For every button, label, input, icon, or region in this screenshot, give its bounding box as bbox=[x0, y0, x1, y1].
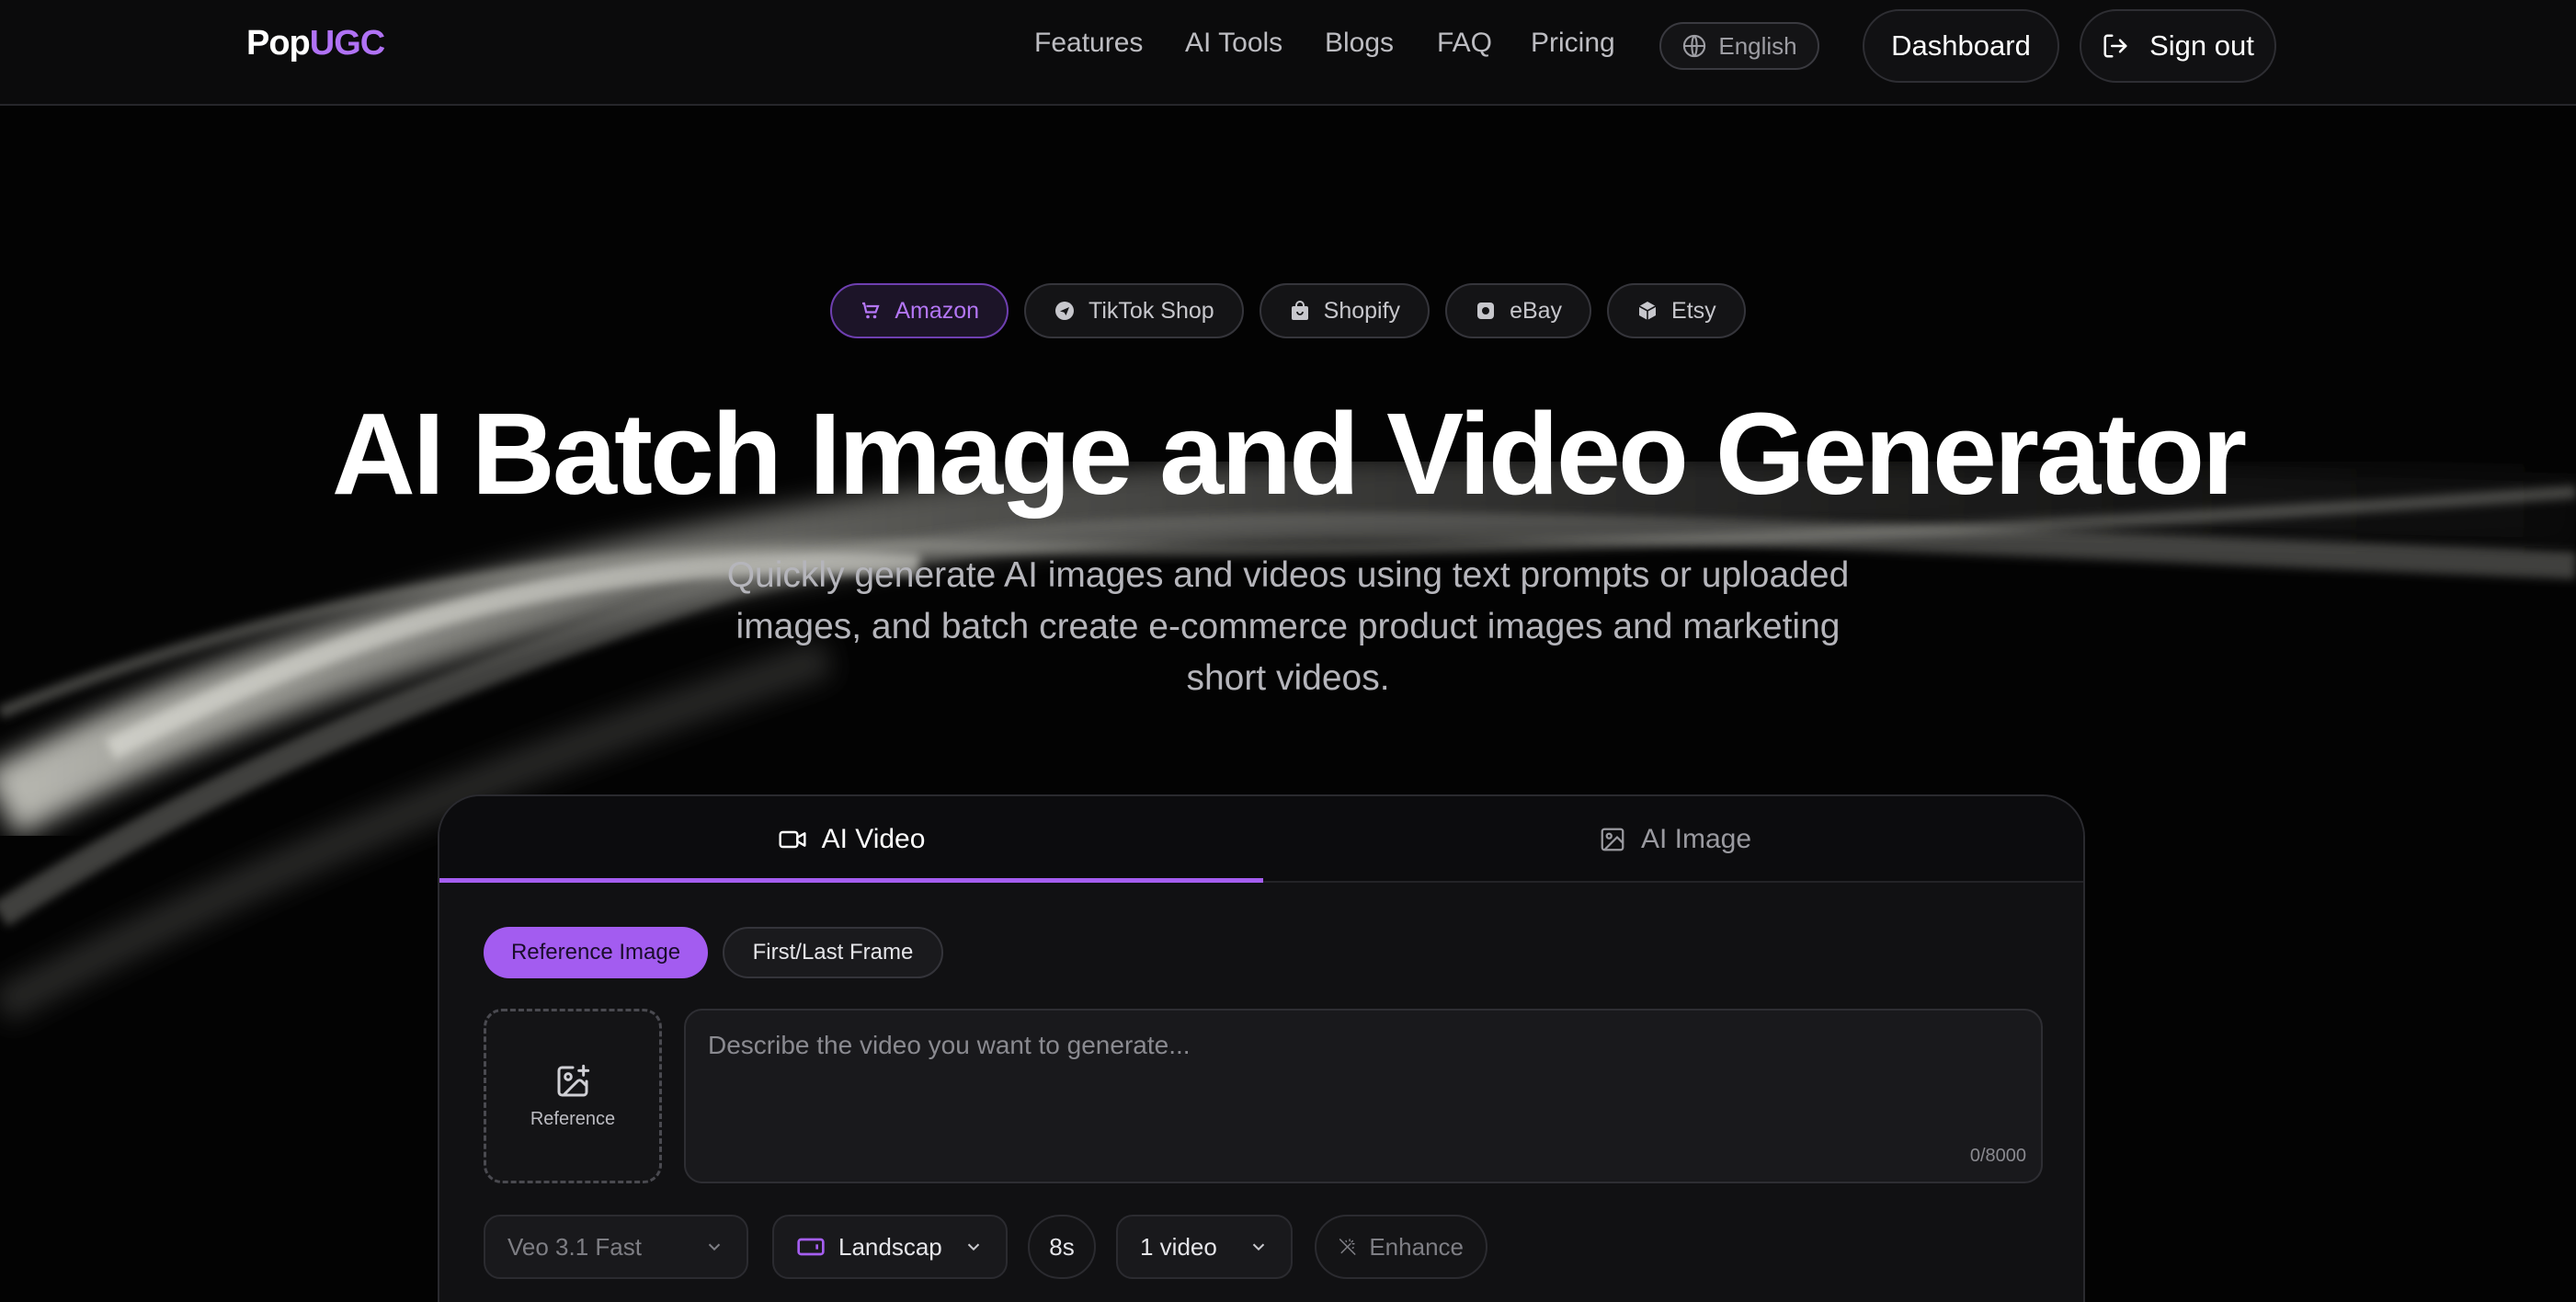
video-camera-icon bbox=[779, 830, 806, 849]
enhance-label: Enhance bbox=[1369, 1232, 1464, 1261]
chevron-down-icon bbox=[967, 1243, 980, 1251]
globe-icon bbox=[1683, 34, 1706, 58]
platform-label: Etsy bbox=[1671, 297, 1716, 324]
language-label: English bbox=[1718, 31, 1797, 60]
hero-subtitle: Quickly generate AI images and videos us… bbox=[726, 555, 1850, 698]
cart-icon bbox=[862, 302, 880, 319]
reference-upload[interactable]: Reference bbox=[484, 1009, 662, 1183]
shopping-bag-icon bbox=[1291, 301, 1308, 320]
nav-link-faq[interactable]: FAQ bbox=[1437, 28, 1492, 59]
landscape-icon bbox=[797, 1238, 825, 1256]
tab-label: AI Video bbox=[821, 824, 926, 854]
active-tab-indicator bbox=[439, 878, 1263, 883]
platform-pill-etsy[interactable]: Etsy bbox=[1607, 283, 1746, 338]
prompt-field: 0/8000 bbox=[684, 1009, 2043, 1183]
chevron-down-icon bbox=[708, 1243, 721, 1251]
logo-suffix: UGC bbox=[309, 24, 385, 63]
platform-pill-tiktok-shop[interactable]: TikTok Shop bbox=[1024, 283, 1244, 338]
platform-label: eBay bbox=[1510, 297, 1563, 324]
prompt-input[interactable] bbox=[708, 1031, 2013, 1141]
duration-select[interactable]: 8s bbox=[1028, 1215, 1096, 1279]
duration-value: 8s bbox=[1049, 1232, 1075, 1261]
platform-label: Amazon bbox=[895, 297, 980, 324]
reference-label: Reference bbox=[530, 1108, 616, 1129]
sign-out-label: Sign out bbox=[2149, 29, 2254, 62]
platform-label: Shopify bbox=[1323, 297, 1401, 324]
top-nav: PopUGC Features AI Tools Blogs FAQ Prici… bbox=[0, 0, 2576, 106]
tab-ai-video[interactable]: AI Video bbox=[439, 796, 1263, 883]
logo[interactable]: PopUGC bbox=[246, 24, 385, 63]
nav-link-features[interactable]: Features bbox=[1034, 28, 1143, 59]
dashboard-button[interactable]: Dashboard bbox=[1863, 9, 2059, 83]
platform-label: TikTok Shop bbox=[1089, 297, 1214, 324]
mode-reference-image[interactable]: Reference Image bbox=[484, 927, 708, 978]
box-icon bbox=[1638, 302, 1657, 320]
tab-label: AI Image bbox=[1640, 824, 1752, 854]
magic-wand-icon bbox=[1339, 1239, 1356, 1255]
count-value: 1 video bbox=[1140, 1232, 1217, 1261]
model-select[interactable]: Veo 3.1 Fast bbox=[484, 1215, 748, 1279]
tab-ai-image[interactable]: AI Image bbox=[1263, 796, 2083, 883]
generator-tabs: AI Video AI Image bbox=[439, 796, 2083, 883]
nav-link-pricing[interactable]: Pricing bbox=[1531, 28, 1615, 59]
nav-link-ai-tools[interactable]: AI Tools bbox=[1185, 28, 1282, 59]
log-out-icon bbox=[2103, 34, 2127, 58]
image-icon bbox=[1601, 828, 1624, 851]
language-selector[interactable]: English bbox=[1659, 22, 1819, 70]
model-value: Veo 3.1 Fast bbox=[507, 1232, 642, 1261]
mode-first-last-frame[interactable]: First/Last Frame bbox=[723, 927, 943, 978]
dashboard-label: Dashboard bbox=[1891, 29, 2031, 62]
platform-pill-amazon[interactable]: Amazon bbox=[830, 283, 1009, 338]
platform-pill-shopify[interactable]: Shopify bbox=[1259, 283, 1430, 338]
chevron-down-icon bbox=[1252, 1243, 1265, 1251]
generator-card: AI Video AI Image Reference Image First/… bbox=[438, 794, 2085, 1302]
platform-pills: Amazon TikTok Shop Shopify eBay Etsy bbox=[0, 283, 2576, 338]
logo-prefix: Pop bbox=[246, 24, 311, 63]
orientation-value: Landscap bbox=[838, 1232, 942, 1261]
image-plus-icon bbox=[557, 1064, 590, 1096]
platform-pill-ebay[interactable]: eBay bbox=[1445, 283, 1592, 338]
char-counter: 0/8000 bbox=[1969, 1146, 2026, 1166]
mode-label: Reference Image bbox=[510, 940, 681, 965]
mode-label: First/Last Frame bbox=[752, 940, 914, 965]
orientation-select[interactable]: Landscap bbox=[772, 1215, 1008, 1279]
hero-title: AI Batch Image and Video Generator bbox=[331, 389, 2247, 519]
sign-out-button[interactable]: Sign out bbox=[2080, 9, 2276, 83]
square-icon bbox=[1477, 303, 1495, 319]
enhance-button[interactable]: Enhance bbox=[1315, 1215, 1487, 1279]
count-select[interactable]: 1 video bbox=[1116, 1215, 1293, 1279]
send-icon bbox=[1055, 302, 1075, 320]
nav-link-blogs[interactable]: Blogs bbox=[1325, 28, 1394, 59]
